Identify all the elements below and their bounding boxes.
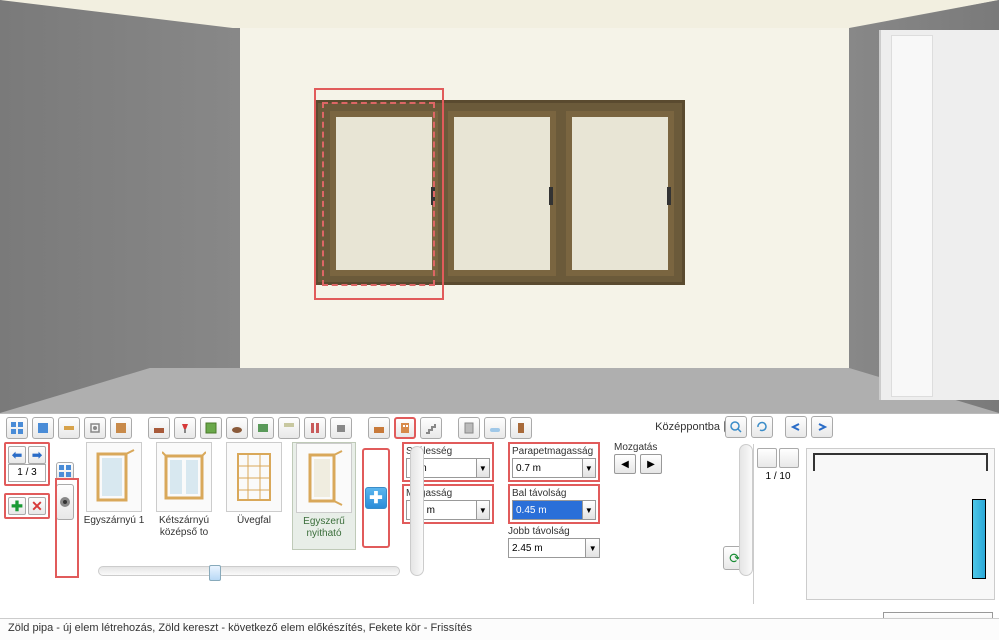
tool-grid-icon[interactable] [6, 417, 28, 439]
tool-appliance-icon[interactable] [458, 417, 480, 439]
slider-highlight [55, 478, 79, 578]
tool-magnify-icon[interactable] [725, 416, 747, 438]
prop-leftdist: Bal távolság ▼ [508, 484, 600, 524]
wall-left [0, 0, 240, 413]
toolbar: Középpontba [0, 414, 999, 442]
center-label: Középpontba [655, 421, 720, 433]
dropdown-icon[interactable]: ▼ [583, 458, 596, 478]
insert-button[interactable]: ✚ [365, 487, 387, 509]
prop-sill-input[interactable] [512, 458, 583, 478]
thumb-single-wing[interactable]: Egyszárnyú 1 [82, 442, 146, 550]
thumb-label: Üvegfal [237, 515, 271, 527]
thumb-glass-wall[interactable]: Üvegfal [222, 442, 286, 550]
preview-window-marker [972, 499, 986, 579]
prop-rightdist-label: Jobb távolság [508, 526, 600, 537]
dropdown-icon[interactable]: ▼ [583, 500, 596, 520]
tool-furniture-icon[interactable] [148, 417, 170, 439]
prop-rightdist-input[interactable] [508, 538, 586, 558]
tool-plant-icon[interactable] [252, 417, 274, 439]
tool-carpet-icon[interactable] [226, 417, 248, 439]
right-nav: 1 / 10 [754, 444, 802, 604]
nav-prev-button[interactable]: ⬅ [8, 446, 26, 464]
dropdown-icon[interactable]: ▼ [477, 458, 490, 478]
thumb-double-wing[interactable]: Kétszárnyú középső to [152, 442, 216, 550]
viewport-3d[interactable] [0, 0, 999, 413]
floor-surface [0, 368, 999, 413]
status-bar: Zöld pipa - új elem létrehozás, Zöld ker… [0, 618, 999, 640]
thumb-label: Egyszárnyú 1 [84, 515, 145, 527]
delete-button[interactable]: ✕ [28, 497, 46, 515]
properties-panel: Szélesség ▼ Magasság ▼ Parapetmagasság ▼ [402, 442, 706, 562]
props-scrollbar[interactable] [739, 444, 753, 576]
move-right-button[interactable]: ▶ [640, 454, 662, 474]
window-pane-3[interactable] [566, 111, 674, 276]
tool-switch-icon[interactable] [84, 417, 106, 439]
dropdown-icon[interactable]: ▼ [586, 538, 600, 558]
tool-single-icon[interactable] [32, 417, 54, 439]
bottom-panel: Középpontba ⬅ ➡ 1 / 3 ✚ [0, 413, 999, 610]
thumb-label: Egyszerű nyitható [293, 516, 355, 540]
prop-sill: Parapetmagasság ▼ [508, 442, 600, 482]
tool-ceiling-icon[interactable] [278, 417, 300, 439]
move-left-button[interactable]: ◀ [614, 454, 636, 474]
tool-refresh-icon[interactable] [751, 416, 773, 438]
right-preview-block: 1 / 10 Bezárás [753, 444, 999, 604]
tool-picture-icon[interactable] [200, 417, 222, 439]
insert-column: ✚ [362, 448, 390, 548]
tool-wall-icon[interactable] [58, 417, 80, 439]
tool-curtain-icon[interactable] [304, 417, 326, 439]
thumb-label: Kétszárnyú középső to [152, 515, 216, 539]
tool-undo-icon[interactable] [785, 416, 807, 438]
tool-stairs-icon[interactable] [420, 417, 442, 439]
tool-office-icon[interactable] [330, 417, 352, 439]
window-assembly[interactable] [315, 100, 685, 285]
middle-area: ⬅ ➡ 1 / 3 ✚ ✕ Egyszárnyú 1 [0, 442, 999, 572]
thumb-simple-openable[interactable]: Egyszerű nyitható [292, 442, 356, 550]
right-nav-btn1[interactable] [757, 448, 777, 468]
tool-door-icon[interactable] [510, 417, 532, 439]
prop-rightdist: Jobb távolság ▼ [508, 526, 600, 558]
dropdown-icon[interactable]: ▼ [477, 500, 490, 520]
tool-bath-icon[interactable] [484, 417, 506, 439]
zoom-slider[interactable] [98, 566, 400, 576]
prop-leftdist-label: Bal távolság [512, 488, 596, 499]
tool-kitchen-icon[interactable] [368, 417, 390, 439]
page-indicator: 1 / 3 [8, 464, 46, 482]
tool-redo-icon[interactable] [811, 416, 833, 438]
window-pane-1[interactable] [330, 111, 438, 276]
nav-next-button[interactable]: ➡ [28, 446, 46, 464]
window-handle-icon [431, 187, 435, 205]
window-handle-icon [549, 187, 553, 205]
prop-move-label: Mozgatás [614, 442, 706, 453]
thumbnail-list: Egyszárnyú 1 Kétszárnyú középső to Üvegf… [82, 442, 356, 557]
prop-move: Mozgatás ◀ ▶ [614, 442, 706, 474]
window-pane-2[interactable] [448, 111, 556, 276]
right-preview[interactable] [806, 448, 995, 600]
thumb-scrollbar[interactable] [410, 446, 424, 576]
tool-building-icon[interactable] [394, 417, 416, 439]
window-handle-icon [667, 187, 671, 205]
add-button[interactable]: ✚ [8, 497, 26, 515]
tool-lamp-icon[interactable] [174, 417, 196, 439]
door-right [879, 30, 999, 400]
prop-sill-label: Parapetmagasság [512, 446, 596, 457]
right-nav-btn2[interactable] [779, 448, 799, 468]
right-page-indicator: 1 / 10 [765, 471, 790, 482]
prop-leftdist-input[interactable] [512, 500, 583, 520]
tool-texture-icon[interactable] [110, 417, 132, 439]
nav-column: ⬅ ➡ 1 / 3 ✚ ✕ [6, 442, 48, 572]
preview-wall-outline [813, 453, 988, 471]
